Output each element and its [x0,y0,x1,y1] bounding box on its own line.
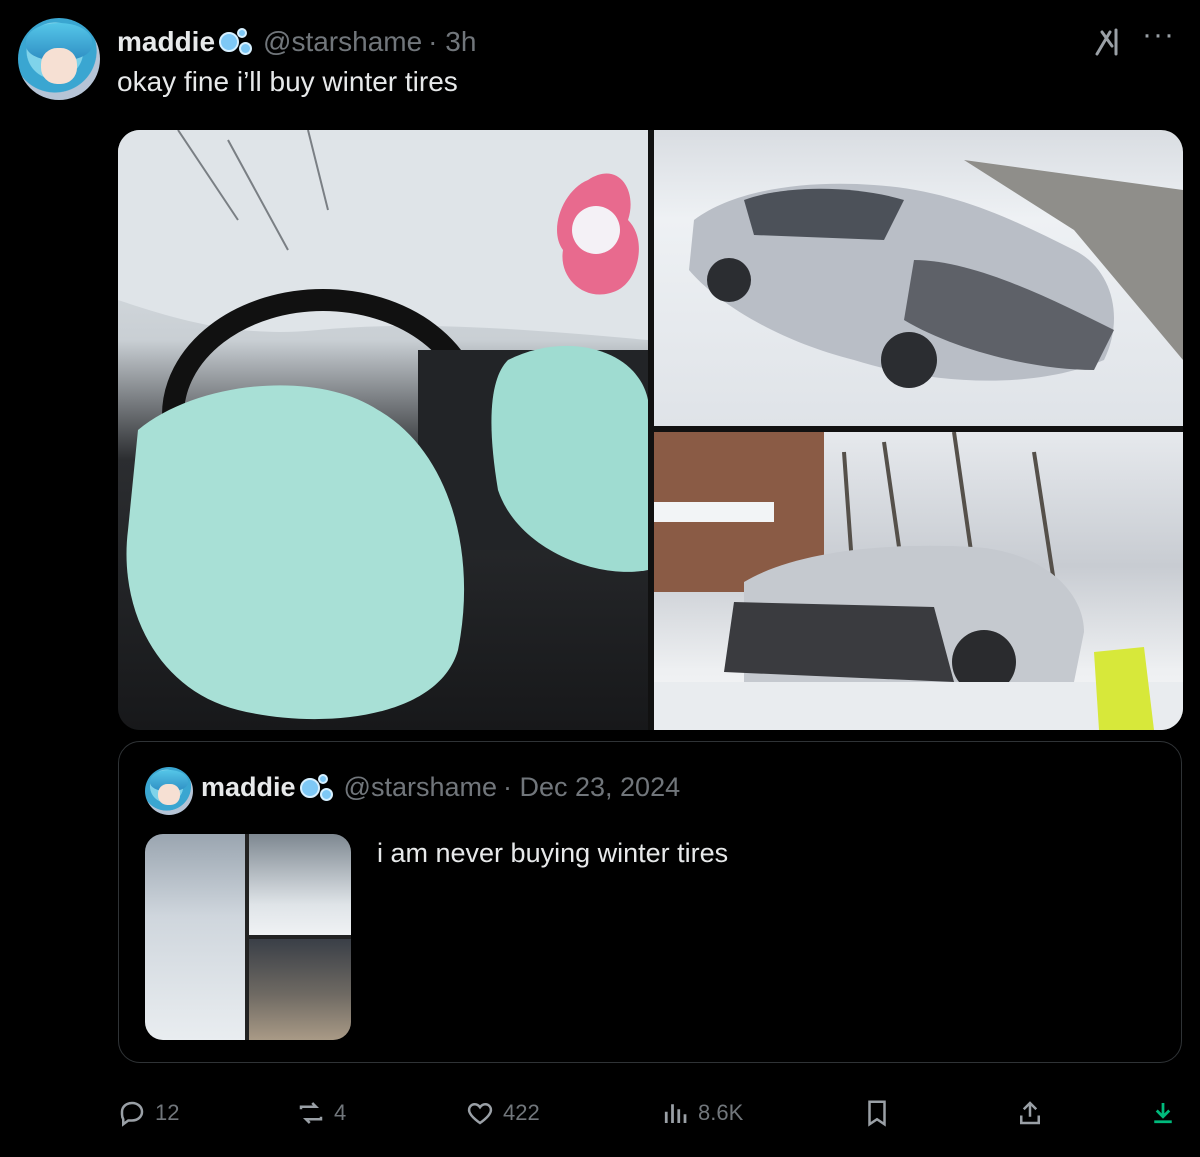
grok-icon[interactable] [1092,24,1128,60]
quoted-author-name[interactable]: maddie [201,772,296,803]
reply-count: 12 [155,1100,180,1125]
bubbles-emoji-icon [298,773,336,802]
author-handle[interactable]: @starshame [263,26,422,58]
views-button[interactable]: 8.6K [660,1088,743,1138]
repost-count: 4 [334,1100,347,1125]
quoted-photo-snowy-road [249,939,351,1040]
download-button[interactable] [1148,1088,1178,1138]
photo-tow-truck-car[interactable] [654,432,1183,730]
photo-airbag-interior[interactable] [118,130,648,730]
views-count: 8.6K [698,1100,744,1125]
quoted-tweet-text: i am never buying winter tires [377,838,729,868]
quoted-author-avatar[interactable] [145,767,193,815]
quoted-photo-snowy-car [145,834,245,1040]
tweet-text: okay fine i’ll buy winter tires [117,66,458,97]
like-button[interactable]: 422 [465,1088,540,1138]
like-count: 422 [503,1100,540,1125]
bookmark-icon [868,1100,886,1127]
views-icon [664,1104,687,1123]
author-avatar[interactable] [18,18,100,100]
reply-icon [120,1101,144,1127]
share-button[interactable] [1015,1088,1045,1138]
quoted-author-handle[interactable]: @starshame [344,772,497,803]
tweet-time[interactable]: · 3h [428,26,476,58]
author-name[interactable]: maddie [117,26,215,58]
tweet-media-grid [118,130,1183,730]
bubbles-emoji-icon [217,28,255,56]
quoted-photo-parked-car [249,834,351,935]
quoted-tweet-header: maddie @starshame · Dec 23, 2024 [201,772,680,803]
reply-button[interactable]: 12 [117,1088,179,1138]
quoted-tweet-card[interactable]: maddie @starshame · Dec 23, 2024 i am ne… [118,741,1182,1063]
tweet-header: maddie @starshame · 3h [117,22,476,62]
photo-crashed-car-snow[interactable] [654,130,1183,426]
heart-icon [467,1102,493,1125]
share-icon [1020,1101,1040,1125]
repost-icon [299,1102,323,1124]
quoted-media-grid[interactable] [145,834,351,1040]
download-icon [1154,1103,1172,1124]
quoted-tweet-date[interactable]: · Dec 23, 2024 [503,772,680,803]
more-icon[interactable]: ··· [1142,18,1175,52]
tweet-action-bar: 12 4 422 8.6K [0,1088,1200,1138]
repost-button[interactable]: 4 [296,1088,346,1138]
bookmark-button[interactable] [862,1088,892,1138]
